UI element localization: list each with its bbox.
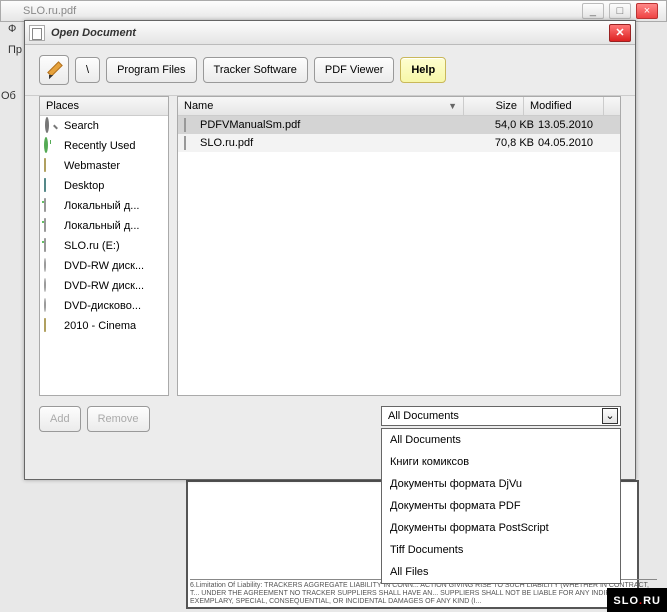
place-label: DVD-RW диск...	[64, 260, 144, 272]
scrollbar-header-spacer	[604, 97, 620, 115]
desktop-icon	[44, 179, 60, 193]
place-item[interactable]: 2010 - Cinema	[40, 316, 168, 336]
place-label: DVD-дисково...	[64, 300, 141, 312]
help-button[interactable]: Help	[400, 57, 446, 83]
place-item[interactable]: Webmaster	[40, 156, 168, 176]
document-icon	[29, 25, 45, 41]
sidebar-label: Об	[1, 90, 21, 102]
path-segment-button[interactable]: PDF Viewer	[314, 57, 394, 83]
filter-selected-value: All Documents	[388, 410, 459, 422]
place-item[interactable]: DVD-RW диск...	[40, 276, 168, 296]
file-name: SLO.ru.pdf	[200, 137, 474, 149]
folder-icon	[44, 159, 60, 173]
path-segment-button[interactable]: Program Files	[106, 57, 196, 83]
file-modified: 04.05.2010	[534, 137, 614, 149]
places-panel: Places Search Recently Used Webmaster Deskt…	[39, 96, 169, 396]
add-button[interactable]: Add	[39, 406, 81, 432]
place-label: SLO.ru (E:)	[64, 240, 120, 252]
filter-option[interactable]: Tiff Documents	[382, 539, 620, 561]
dvd-icon	[44, 299, 60, 313]
file-list: PDFVManualSm.pdf54,0 KB13.05.2010SLO.ru.…	[178, 116, 620, 395]
search-icon	[44, 119, 60, 133]
dvd-icon	[44, 259, 60, 273]
watermark: SLO.RU	[607, 588, 667, 612]
file-name: PDFVManualSm.pdf	[200, 119, 474, 131]
dialog-title: Open Document	[51, 27, 609, 39]
places-list: Search Recently Used Webmaster Desktop Локал…	[40, 116, 168, 395]
file-size: 70,8 KB	[474, 137, 534, 149]
place-label: Desktop	[64, 180, 104, 192]
filter-dropdown: All DocumentsКниги комиксовДокументы фор…	[381, 428, 621, 584]
place-label: DVD-RW диск...	[64, 280, 144, 292]
place-item[interactable]: Recently Used	[40, 136, 168, 156]
file-size: 54,0 KB	[474, 119, 534, 131]
column-modified[interactable]: Modified	[524, 97, 604, 115]
place-label: 2010 - Cinema	[64, 320, 136, 332]
close-icon[interactable]: ✕	[609, 24, 631, 42]
parent-titlebar: SLO.ru.pdf _ □ ×	[0, 0, 667, 22]
place-item[interactable]: Search	[40, 116, 168, 136]
path-segment-button[interactable]: Tracker Software	[203, 57, 308, 83]
parent-minimize-icon[interactable]: _	[582, 3, 604, 19]
file-row[interactable]: SLO.ru.pdf70,8 KB04.05.2010	[178, 134, 620, 152]
menu-item[interactable]: Пр	[8, 44, 22, 56]
parent-sidebar: Об	[1, 60, 21, 102]
place-item[interactable]: DVD-дисково...	[40, 296, 168, 316]
parent-close-icon[interactable]: ×	[636, 3, 658, 19]
place-label: Recently Used	[64, 140, 136, 152]
sort-arrow-icon: ▼	[448, 101, 457, 111]
place-item[interactable]: Локальный д...	[40, 196, 168, 216]
folder-icon	[44, 319, 60, 333]
column-name[interactable]: Name ▼	[178, 97, 464, 115]
pencil-icon	[46, 62, 62, 78]
filter-select[interactable]: All Documents ⌄	[381, 406, 621, 426]
places-header: Places	[40, 97, 168, 116]
menu-item[interactable]: Ф	[8, 23, 16, 35]
path-root-button[interactable]: \	[75, 57, 100, 83]
dvd-icon	[44, 279, 60, 293]
place-item[interactable]: DVD-RW диск...	[40, 256, 168, 276]
chevron-down-icon[interactable]: ⌄	[602, 408, 618, 424]
place-label: Локальный д...	[64, 200, 139, 212]
dialog-titlebar: Open Document ✕	[25, 21, 635, 45]
file-type-filter[interactable]: All Documents ⌄ All DocumentsКниги комик…	[381, 406, 621, 426]
filter-option[interactable]: Документы формата PDF	[382, 495, 620, 517]
filter-option[interactable]: Документы формата DjVu	[382, 473, 620, 495]
filter-option[interactable]: All Documents	[382, 429, 620, 451]
toolbar: \ Program Files Tracker Software PDF Vie…	[25, 45, 635, 96]
place-label: Webmaster	[64, 160, 120, 172]
file-row[interactable]: PDFVManualSm.pdf54,0 KB13.05.2010	[178, 116, 620, 134]
remove-button[interactable]: Remove	[87, 406, 150, 432]
drive-icon	[44, 199, 60, 213]
edit-button[interactable]	[39, 55, 69, 85]
parent-title: SLO.ru.pdf	[23, 5, 76, 17]
file-list-header: Name ▼ Size Modified	[178, 97, 620, 116]
filter-option[interactable]: Книги комиксов	[382, 451, 620, 473]
open-document-dialog: Open Document ✕ \ Program Files Tracker …	[24, 20, 636, 480]
file-icon	[184, 119, 200, 131]
recent-icon	[44, 139, 60, 153]
place-label: Search	[64, 120, 99, 132]
column-size[interactable]: Size	[464, 97, 524, 115]
file-list-panel: Name ▼ Size Modified PDFVManualSm.pdf54,…	[177, 96, 621, 396]
drive-icon	[44, 239, 60, 253]
place-item[interactable]: SLO.ru (E:)	[40, 236, 168, 256]
filter-option[interactable]: All Files	[382, 561, 620, 583]
file-modified: 13.05.2010	[534, 119, 614, 131]
place-item[interactable]: Desktop	[40, 176, 168, 196]
parent-maximize-icon[interactable]: □	[609, 3, 631, 19]
place-label: Локальный д...	[64, 220, 139, 232]
file-icon	[184, 137, 200, 149]
drive-icon	[44, 219, 60, 233]
filter-option[interactable]: Документы формата PostScript	[382, 517, 620, 539]
place-item[interactable]: Локальный д...	[40, 216, 168, 236]
